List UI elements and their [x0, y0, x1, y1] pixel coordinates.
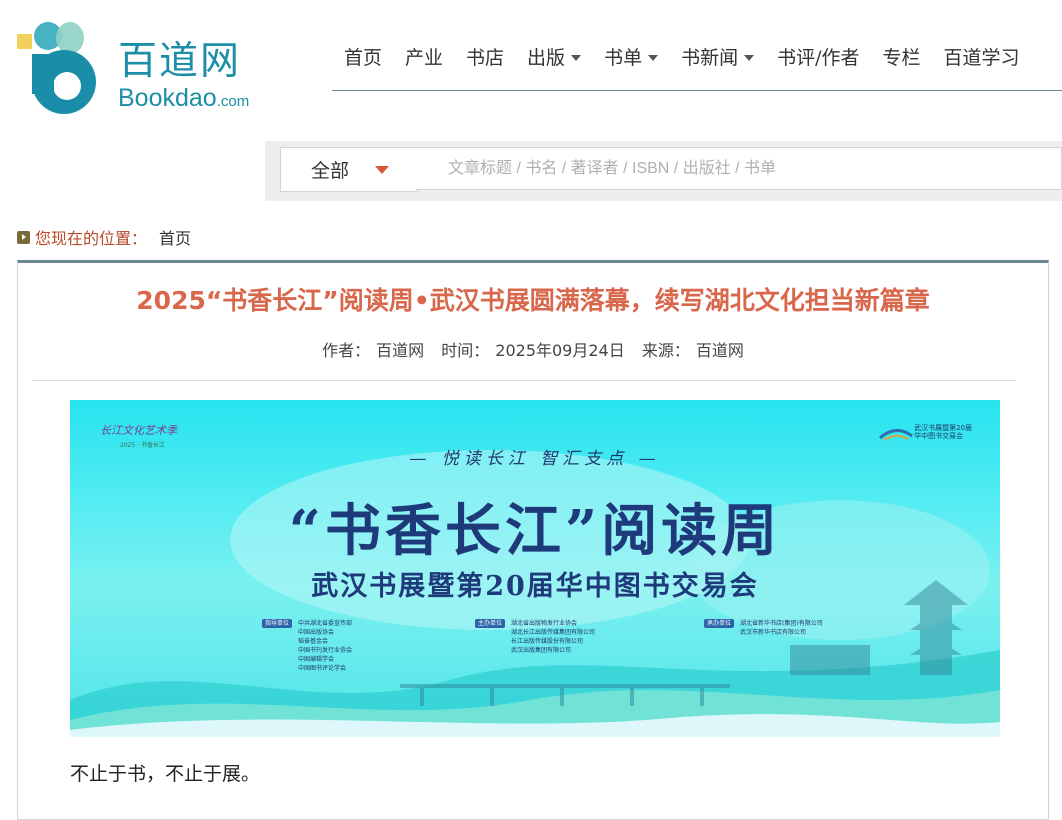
- banner-title: “书香长江”阅读周: [288, 498, 782, 564]
- search-scope-label: 全部: [311, 160, 350, 182]
- time-field: 时间： 2025年09月24日: [441, 341, 625, 360]
- nav-item-label: 首页: [344, 47, 383, 69]
- nav-item[interactable]: 书店: [466, 43, 504, 70]
- breadcrumb-home-link[interactable]: 首页: [159, 225, 191, 249]
- logo-english-name: Bookdao.com: [118, 84, 250, 112]
- search-scope-select[interactable]: 全部: [280, 147, 418, 192]
- banner-org-organizer: 承办单位 湖北省新华书店(集团)有限公司 武汉市新华书店有限公司: [704, 619, 823, 637]
- nav-item-label: 产业: [405, 47, 444, 69]
- org-name: 中国编辑学会: [298, 656, 335, 663]
- org-name: 湖北长江出版传媒集团有限公司: [511, 629, 596, 636]
- nav-item-label: 书单: [604, 47, 643, 69]
- banner-slogan: — 悦读长江 智汇支点 —: [409, 449, 661, 469]
- breadcrumb: 您现在的位置： 首页: [17, 225, 191, 249]
- chevron-down-icon: [375, 165, 390, 174]
- breadcrumb-label: 您现在的位置：: [35, 229, 148, 248]
- main-nav: 首页 产业 书店 出版 书单 书新闻 书评/作者 专栏 百道学习: [332, 0, 1062, 91]
- nav-item-label: 书新闻: [681, 47, 739, 69]
- org-name: 湖北省新华书店(集团)有限公司: [740, 620, 823, 627]
- nav-item-label: 专栏: [882, 47, 921, 69]
- org-name: 长江出版传媒股份有限公司: [511, 638, 584, 645]
- search-bar: 全部: [265, 141, 1062, 201]
- book-fair-logo-icon: [879, 429, 913, 441]
- org-name: 武汉市新华书店有限公司: [740, 629, 807, 636]
- banner-subtitle: 武汉书展暨第20届华中图书交易会: [311, 571, 759, 602]
- org-name: 中国书刊发行业协会: [298, 647, 353, 654]
- article-paragraph: 不止于书，不止于展。: [70, 763, 261, 785]
- nav-item[interactable]: 专栏: [883, 43, 921, 70]
- search-input[interactable]: [416, 147, 1062, 190]
- article-title: 2025“书香长江”阅读周•武汉书展圆满落幕，续写湖北文化担当新篇章: [136, 286, 930, 315]
- nav-item[interactable]: 书单: [604, 43, 659, 70]
- nav-item-label: 书评/作者: [777, 47, 860, 69]
- logo-chinese-name: 百道网: [118, 39, 242, 84]
- nav-item[interactable]: 书新闻: [681, 43, 755, 70]
- org-name: 中国图书评论学会: [298, 665, 347, 672]
- article-panel: 2025“书香长江”阅读周•武汉书展圆满落幕，续写湖北文化担当新篇章 作者： 百道…: [17, 260, 1049, 820]
- chevron-down-icon: [571, 54, 582, 61]
- nav-item-label: 书店: [466, 47, 505, 69]
- article-banner-image: 长江文化艺术季 2025 · 书香长江 武汉书展暨第20届 华中图书交易会 — …: [70, 400, 1000, 737]
- chevron-down-icon: [744, 54, 755, 61]
- org-name: 韬奋基金会: [298, 638, 329, 645]
- source-field: 来源： 百道网: [641, 341, 744, 360]
- nav-item[interactable]: 百道学习: [944, 43, 1020, 70]
- nav-item[interactable]: 产业: [405, 43, 443, 70]
- banner-org-host: 主办单位 湖北省出版物发行业协会 湖北长江出版传媒集团有限公司 长江出版传媒股份有限公…: [475, 619, 595, 655]
- org-name: 中国出版协会: [298, 629, 335, 636]
- arrow-right-icon: [17, 230, 30, 244]
- nav-item[interactable]: 书评/作者: [777, 43, 859, 70]
- author-field: 作者： 百道网: [322, 341, 425, 360]
- org-name: 湖北省出版物发行业协会: [511, 620, 578, 627]
- banner-book-fair-label: 武汉书展暨第20届 华中图书交易会: [914, 424, 972, 440]
- org-name: 中共湖北省委宣传部: [298, 620, 353, 627]
- site-logo[interactable]: 百道网 Bookdao.com: [14, 20, 264, 120]
- banner-org-guide: 指导单位 中共湖北省委宣传部 中国出版协会 韬奋基金会 中国书刊发行业协会 中国编辑学会中…: [262, 619, 352, 673]
- chevron-down-icon: [648, 54, 659, 61]
- bookdao-b-icon: [17, 22, 96, 114]
- nav-item[interactable]: 首页: [344, 43, 382, 70]
- nav-item-label: 出版: [527, 47, 566, 69]
- banner-art-festival-logo: 长江文化艺术季: [100, 424, 177, 437]
- article-meta: 作者： 百道网 时间： 2025年09月24日 来源： 百道网: [18, 337, 1048, 361]
- divider: [32, 380, 1016, 381]
- nav-item[interactable]: 出版: [527, 43, 582, 70]
- nav-item-label: 百道学习: [943, 47, 1020, 69]
- org-name: 武汉出版集团有限公司: [511, 647, 572, 654]
